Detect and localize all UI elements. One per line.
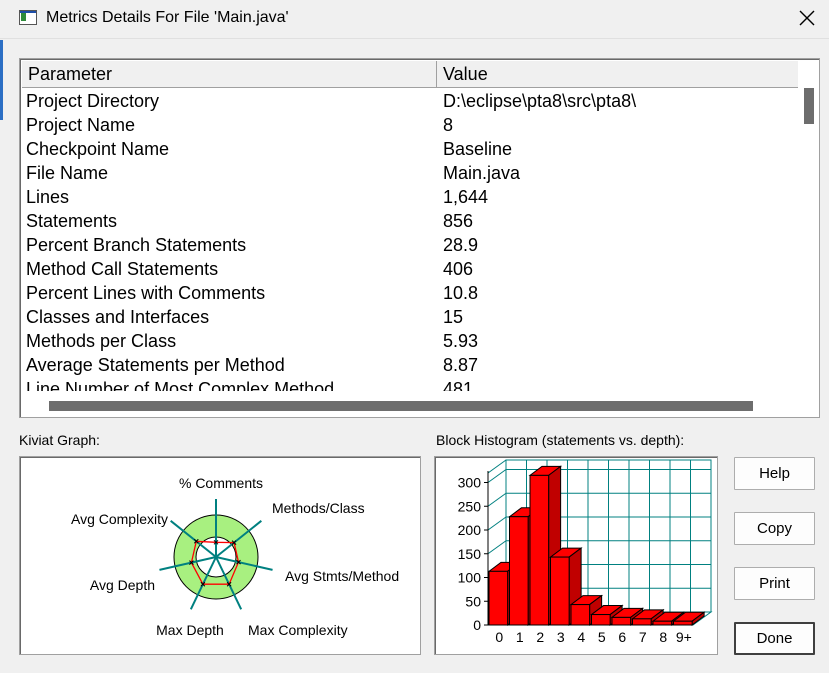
table-body: Project Directory D:\eclipse\pta8\src\pta… (22, 89, 798, 391)
parameter-cell: Percent Lines with Comments (26, 283, 266, 303)
parameter-cell: Percent Branch Statements (26, 235, 247, 255)
kiviat-axis-label: Methods/Class (272, 500, 365, 516)
value-cell: 856 (443, 211, 474, 231)
value-cell: 481 (443, 379, 474, 391)
histogram-panel: 0 50 100 150 200 250 300 0 1 2 3 4 5 6 7 8 9+ (434, 456, 718, 655)
histogram-label: Block Histogram (statements vs. depth): (436, 432, 685, 448)
table-row[interactable]: Percent Branch Statements 28.9 (22, 233, 798, 257)
table-row[interactable]: Method Call Statements 406 (22, 257, 798, 281)
parameter-cell: Lines (26, 187, 70, 207)
parameter-cell: Statements (26, 211, 118, 231)
histogram-y-tick-label: 200 (458, 522, 482, 538)
table-row[interactable]: Checkpoint Name Baseline (22, 137, 798, 161)
background-window-edge (0, 40, 3, 120)
kiviat-axis-label: % Comments (179, 475, 263, 491)
value-cell: 8 (443, 115, 454, 135)
value-cell: 8.87 (443, 355, 479, 375)
histogram-x-tick-label: 7 (639, 629, 647, 645)
table-row[interactable]: Project Directory D:\eclipse\pta8\src\pta… (22, 89, 798, 113)
window-icon (19, 10, 37, 25)
histogram-x-tick-label: 6 (618, 629, 626, 645)
parameter-cell: Line Number of Most Complex Method (26, 379, 335, 391)
column-header-parameter[interactable]: Parameter (22, 61, 437, 87)
value-cell: 5.93 (443, 331, 479, 351)
histogram-y-tick-label: 0 (473, 617, 481, 633)
value-cell: 406 (443, 259, 474, 279)
window-title: Metrics Details For File 'Main.java' (46, 9, 289, 26)
histogram-y-tick-label: 150 (458, 546, 482, 562)
table-row[interactable]: Lines 1,644 (22, 185, 798, 209)
close-button[interactable] (784, 0, 829, 36)
horizontal-scrollbar[interactable] (22, 395, 816, 414)
histogram-y-tick-label: 300 (458, 475, 482, 491)
histogram-gridline-side (487, 492, 507, 507)
kiviat-axis-label: Avg Depth (90, 577, 155, 593)
vertical-scroll-thumb[interactable] (804, 88, 814, 124)
histogram-y-tick-label: 100 (458, 570, 482, 586)
parameter-cell: Project Directory (26, 91, 160, 111)
value-cell: 15 (443, 307, 464, 327)
table-row[interactable]: Percent Lines with Comments 10.8 (22, 281, 798, 305)
parameter-cell: Checkpoint Name (26, 139, 170, 159)
histogram-x-tick-label: 2 (536, 629, 544, 645)
kiviat-axis-label: Max Depth (156, 622, 224, 638)
copy-button[interactable]: Copy (734, 512, 815, 545)
histogram-x-tick-label: 1 (516, 629, 524, 645)
print-button[interactable]: Print (734, 567, 815, 600)
kiviat-axis-label: Max Complexity (248, 622, 348, 638)
kiviat-graph: % Comments Methods/Class Avg Stmts/Method M… (71, 475, 399, 638)
value-cell: 28.9 (443, 235, 479, 255)
table-row[interactable]: Statements 856 (22, 209, 798, 233)
value-cell: Main.java (443, 163, 521, 183)
close-icon (799, 10, 814, 26)
kiviat-graph-panel: % Comments Methods/Class Avg Stmts/Method M… (19, 456, 421, 655)
kiviat-axis-label: Avg Complexity (71, 511, 168, 527)
title-bar: Metrics Details For File 'Main.java' (0, 0, 829, 39)
parameter-cell: Methods per Class (26, 331, 177, 351)
histogram-x-tick-label: 8 (659, 629, 667, 645)
value-cell: 10.8 (443, 283, 479, 303)
table-row[interactable]: File Name Main.java (22, 161, 798, 185)
parameter-cell: Method Call Statements (26, 259, 219, 279)
parameter-cell: Classes and Interfaces (26, 307, 210, 327)
histogram-y-tick-label: 50 (465, 593, 481, 609)
histogram-x-tick-label: 9+ (676, 629, 692, 645)
histogram-y-tick-label: 250 (458, 498, 482, 514)
value-cell: 1,644 (443, 187, 489, 207)
table-row[interactable]: Average Statements per Method 8.87 (22, 353, 798, 377)
parameter-cell: Project Name (26, 115, 136, 135)
histogram-gridline-side (487, 516, 507, 531)
help-button[interactable]: Help (734, 457, 815, 490)
table-header: Parameter Value (22, 61, 798, 88)
histogram-x-tick-label: 5 (598, 629, 606, 645)
column-header-value[interactable]: Value (437, 61, 798, 87)
kiviat-graph-label: Kiviat Graph: (19, 432, 100, 448)
value-cell: D:\eclipse\pta8\src\pta8\ (443, 91, 637, 111)
vertical-scrollbar[interactable] (799, 61, 816, 392)
table-row[interactable]: Methods per Class 5.93 (22, 329, 798, 353)
kiviat-axis-label: Avg Stmts/Method (285, 568, 399, 584)
table-row[interactable]: Classes and Interfaces 15 (22, 305, 798, 329)
table-row[interactable]: Line Number of Most Complex Method 481 (22, 377, 798, 391)
parameter-cell: File Name (26, 163, 109, 183)
histogram-x-tick-label: 4 (577, 629, 585, 645)
histogram-x-tick-label: 0 (495, 629, 503, 645)
parameter-cell: Average Statements per Method (26, 355, 285, 375)
done-button[interactable]: Done (734, 622, 815, 655)
table-row[interactable]: Project Name 8 (22, 113, 798, 137)
histogram-x-tick-label: 3 (557, 629, 565, 645)
block-histogram: 0501001502002503000 1 2 3 4 5 6 7 8 9+ (458, 459, 713, 645)
horizontal-scroll-thumb[interactable] (49, 401, 753, 411)
metrics-table: Parameter Value Project Directory D:\ecli… (19, 58, 820, 418)
histogram-gridline-side (487, 540, 507, 555)
value-cell: Baseline (443, 139, 513, 159)
